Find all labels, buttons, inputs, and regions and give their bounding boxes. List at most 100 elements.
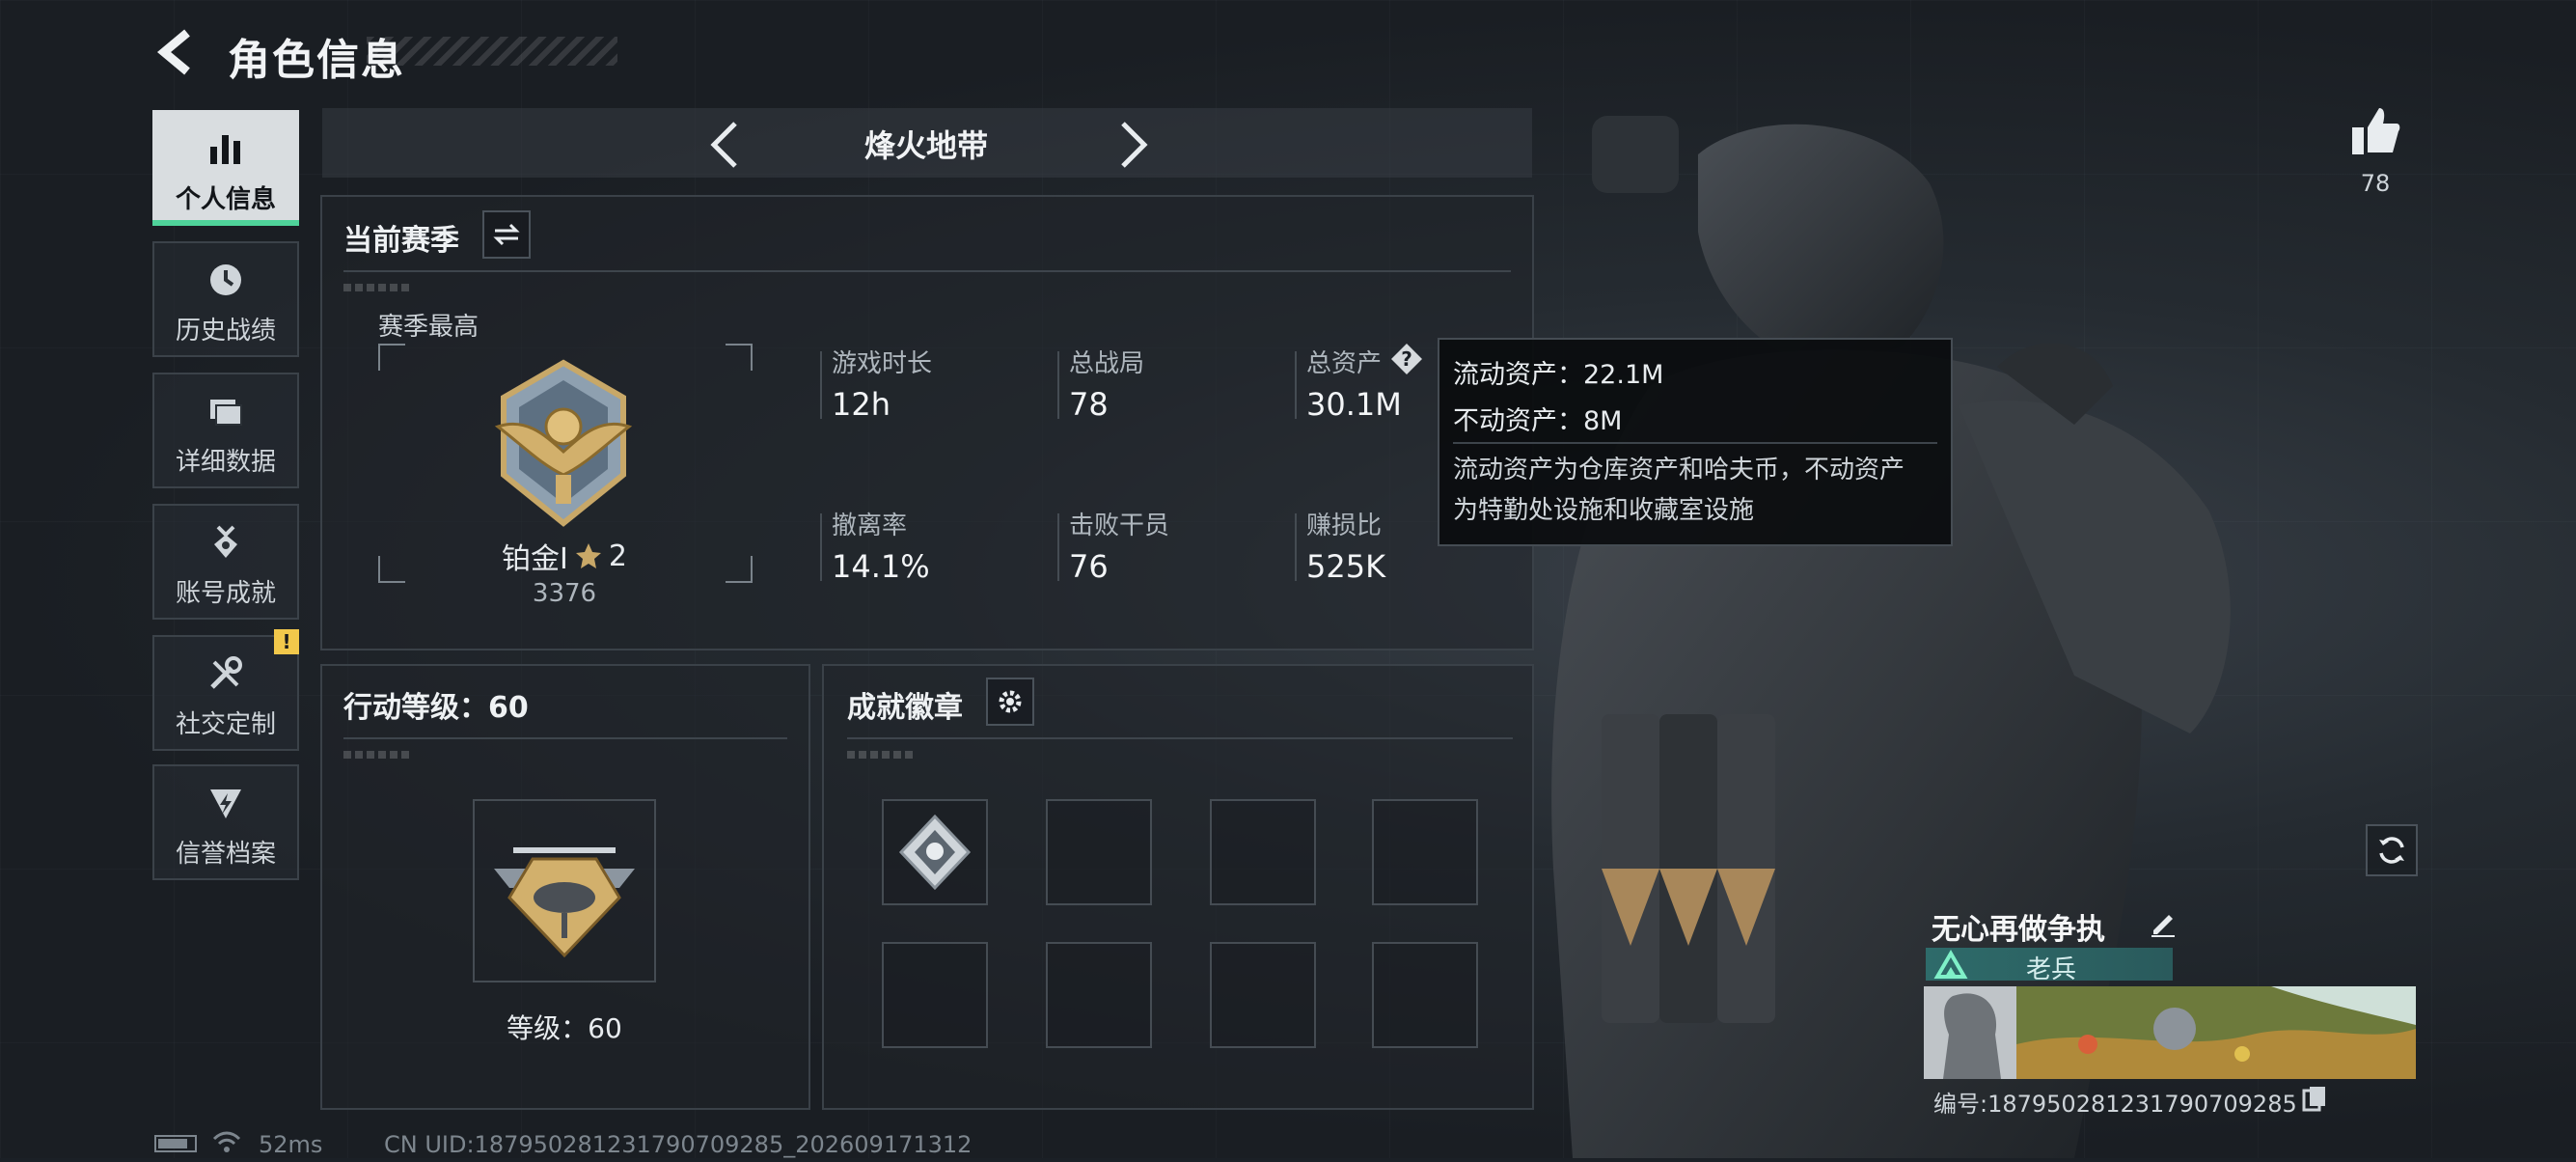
stat-label: 赚损比 [1306,512,1383,540]
season-switch-button[interactable] [482,210,531,259]
platinum-rank-emblem [479,359,648,529]
stat-label: 击败干员 [1069,512,1170,540]
copy-id-button[interactable] [2302,1085,2327,1112]
stat-value: 30.1M [1306,386,1402,423]
divider [847,737,1513,739]
nav-label: 社交定制 [175,710,276,739]
diamond-badge-icon [898,814,972,891]
thumbs-up-icon [2352,108,2400,154]
rank-title: 老兵 [2026,955,2077,984]
badge-slot[interactable] [1372,942,1478,1048]
nav-item-history[interactable]: 历史战绩 [152,241,299,357]
rank-line: 铂金Ⅰ 2 [492,537,637,577]
rotate-model-button[interactable] [2366,824,2418,876]
refresh-icon [2379,837,2404,864]
badge-slot[interactable] [1210,799,1316,905]
decoration-stripes [847,751,915,759]
nav-item-detailed-data[interactable]: 详细数据 [152,373,299,488]
stat-value: 78 [1069,386,1109,423]
badge-slot[interactable] [1046,942,1152,1048]
stat-label: 总战局 [1069,349,1145,378]
divider [1295,351,1297,419]
like-button[interactable] [2346,102,2404,160]
ping: 52ms [259,1131,323,1158]
helicopter-emblem-icon [494,847,635,958]
bracket [378,344,405,371]
divider [1453,442,1937,444]
help-button[interactable]: ? [1389,342,1424,376]
tools-icon [154,654,297,697]
decoration-stripes [343,751,411,759]
divider [1295,513,1297,581]
bar-chart-icon [154,129,297,172]
divider [343,270,1511,272]
swap-icon [493,223,520,246]
action-level-title: 行动等级：60 [343,691,529,725]
rank-stars: 2 [608,539,627,573]
player-name: 无心再做争执 [1932,913,2105,947]
page-title: 角色信息 [228,36,405,85]
chevron-right-icon [1121,122,1148,168]
svg-text:?: ? [1401,347,1412,371]
badge-slot[interactable] [1210,942,1316,1048]
back-arrow-icon [156,29,190,75]
bracket [378,556,405,583]
rank-chevron-icon [1933,950,1968,979]
nav-label: 历史战绩 [175,317,276,346]
decoration-stripes [343,284,411,291]
mode-next-button[interactable] [1102,116,1160,174]
nav-item-achievements[interactable]: 账号成就 [152,504,299,620]
badge-slot[interactable] [882,942,988,1048]
star-icon [575,543,601,568]
assets-tooltip: 流动资产：22.1M 不动资产：8M 流动资产为仓库资产和哈夫币，不动资产 为特… [1438,338,1953,546]
assets-note-line: 流动资产为仓库资产和哈夫币，不动资产 [1453,456,1905,484]
nav-label: 账号成就 [175,579,276,608]
season-best-label: 赛季最高 [378,313,480,342]
nav-item-reputation[interactable]: 信誉档案 [152,764,299,880]
divider [1057,351,1059,419]
nav-label: 个人信息 [175,185,276,214]
bracket [726,556,753,583]
mode-name: 烽火地带 [863,127,988,164]
stat-value: 12h [832,386,891,423]
nav-label: 信誉档案 [175,840,276,869]
divider [820,351,822,419]
divider [820,513,822,581]
pencil-icon [2151,915,2175,937]
stat-label: 撤离率 [832,512,908,540]
edit-name-button[interactable] [2148,907,2179,938]
stat-value: 76 [1069,548,1109,585]
notification-badge: ! [274,629,299,654]
liquid-assets: 流动资产：22.1M [1453,360,1664,390]
stat-value: 525K [1306,548,1386,585]
season-title: 当前赛季 [343,224,459,258]
badge-slot[interactable] [1046,799,1152,905]
rank-name: 铂金Ⅰ [502,542,568,576]
like-count: 78 [2360,170,2391,197]
fixed-assets: 不动资产：8M [1453,406,1623,436]
shield-icon [154,784,297,826]
question-icon: ? [1391,344,1422,374]
level-label: 等级：60 [507,1012,622,1044]
divider [1057,513,1059,581]
uid: CN UID:187950281231790709285_20260917131… [384,1131,973,1158]
badge-slot[interactable] [882,799,988,905]
copy-icon [2302,1087,2325,1112]
battery-icon [154,1135,197,1152]
badge-slot[interactable] [1372,799,1478,905]
stat-label: 游戏时长 [832,349,933,378]
nav-label: 详细数据 [175,448,276,477]
bracket [726,344,753,371]
medal-icon [154,523,297,566]
stat-value: 14.1% [832,548,930,585]
achievements-settings-button[interactable] [986,678,1034,726]
back-button[interactable] [154,27,201,77]
clock-icon [154,261,297,303]
profile-banner [1924,986,2416,1079]
nav-item-personal-info[interactable]: 个人信息 [152,110,299,226]
divider [343,737,787,739]
level-emblem-frame [473,799,656,982]
achievements-title: 成就徽章 [847,691,963,725]
stat-label: 总资产 [1306,349,1383,378]
assets-note-line: 为特勤处设施和收藏室设施 [1453,496,1755,525]
